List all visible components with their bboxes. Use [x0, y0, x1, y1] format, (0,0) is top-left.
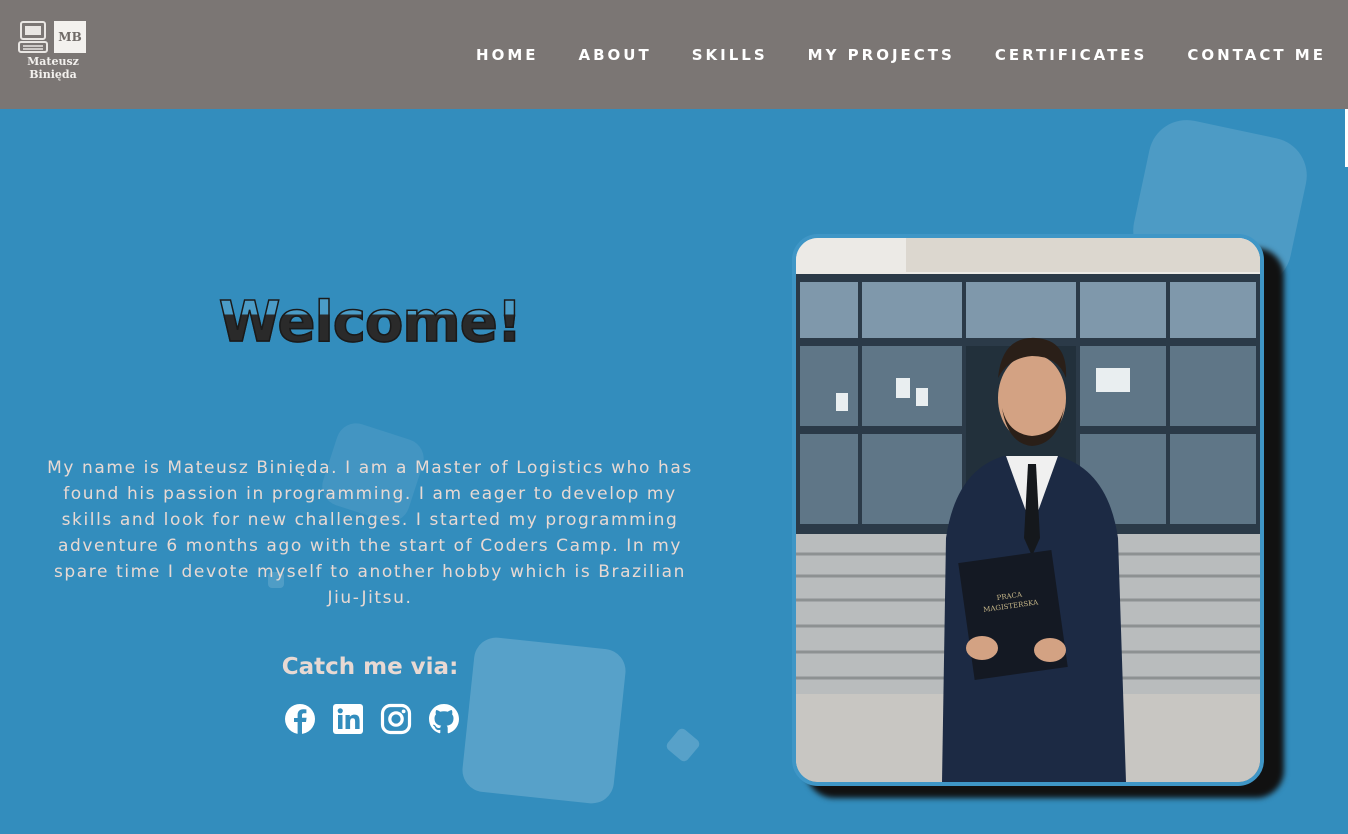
computer-icon: [18, 21, 48, 53]
facebook-icon[interactable]: [284, 703, 316, 735]
site-header: MB Mateusz Binięda HOME ABOUT SKILLS MY …: [0, 0, 1348, 109]
profile-photo: PRACA MAGISTERSKA: [792, 234, 1264, 786]
bio-text: My name is Mateusz Binięda. I am a Maste…: [47, 458, 693, 608]
logo-name-line1: Mateusz: [27, 55, 79, 68]
nav-certificates[interactable]: CERTIFICATES: [995, 46, 1148, 64]
site-logo[interactable]: MB Mateusz Binięda: [16, 20, 90, 86]
logo-name-line2: Binięda: [29, 68, 77, 81]
main-nav: HOME ABOUT SKILLS MY PROJECTS CERTIFICAT…: [476, 41, 1326, 69]
nav-skills[interactable]: SKILLS: [692, 46, 768, 64]
nav-my-projects[interactable]: MY PROJECTS: [808, 46, 955, 64]
linkedin-icon[interactable]: [332, 703, 364, 735]
nav-home[interactable]: HOME: [476, 46, 538, 64]
nav-about[interactable]: ABOUT: [579, 46, 652, 64]
nav-contact-me[interactable]: CONTACT ME: [1187, 46, 1326, 64]
catch-me-heading: Catch me via:: [281, 654, 459, 680]
decorative-square: [664, 726, 702, 764]
graduation-photo-illustration: PRACA MAGISTERSKA: [796, 238, 1260, 782]
github-icon[interactable]: [428, 703, 460, 735]
logo-name: Mateusz Binięda: [16, 55, 90, 81]
logo-initials: MB: [54, 21, 86, 53]
social-links: [284, 702, 460, 736]
instagram-icon[interactable]: [380, 703, 412, 735]
welcome-heading: Welcome!: [170, 289, 570, 356]
